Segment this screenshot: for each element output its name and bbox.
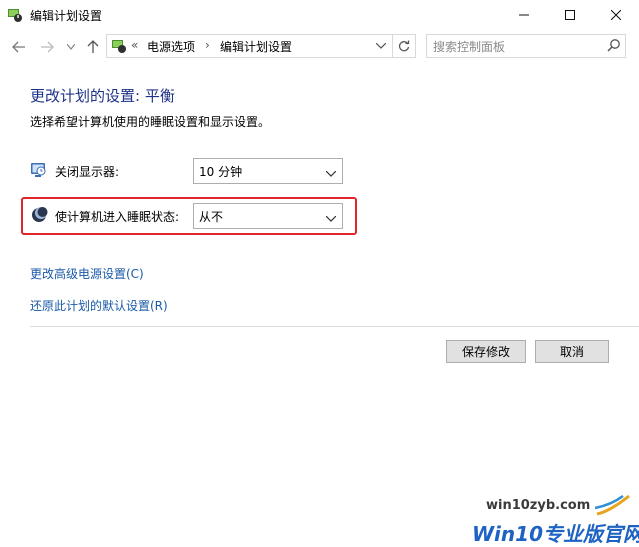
control-panel-icon xyxy=(110,37,128,55)
sleep-select[interactable]: 从不 xyxy=(193,203,343,229)
breadcrumb-separator: › xyxy=(205,38,210,52)
minimize-button[interactable] xyxy=(501,0,547,30)
display-off-label: 关闭显示器: xyxy=(55,165,120,179)
search-box[interactable] xyxy=(426,34,626,58)
chevron-down-icon xyxy=(325,166,337,180)
watermark-brand: Win10专业版官网 xyxy=(472,522,639,546)
save-changes-button[interactable]: 保存修改 xyxy=(446,340,526,363)
close-button[interactable] xyxy=(593,0,639,30)
breadcrumb-overflow[interactable]: « xyxy=(131,38,138,52)
page-description: 选择希望计算机使用的睡眠设置和显示设置。 xyxy=(30,115,271,129)
display-off-value: 10 分钟 xyxy=(199,165,243,179)
watermark-url: win10zyb.com xyxy=(486,498,591,513)
page-title: 更改计划的设置: 平衡 xyxy=(30,87,175,105)
maximize-button[interactable] xyxy=(547,0,593,30)
recent-dropdown-icon[interactable] xyxy=(62,38,80,56)
sleep-value: 从不 xyxy=(199,210,224,224)
windows-logo-icon xyxy=(593,494,633,518)
power-options-icon xyxy=(6,6,24,24)
minimize-icon xyxy=(519,14,529,16)
monitor-icon xyxy=(30,161,48,179)
display-off-select[interactable]: 10 分钟 xyxy=(193,158,343,184)
close-icon xyxy=(611,10,621,20)
search-input[interactable] xyxy=(431,37,595,57)
maximize-icon xyxy=(565,10,575,20)
back-arrow-icon[interactable] xyxy=(10,38,28,56)
search-icon[interactable] xyxy=(607,38,621,55)
cancel-button[interactable]: 取消 xyxy=(535,340,609,363)
sleep-label: 使计算机进入睡眠状态: xyxy=(55,210,180,224)
chevron-down-icon xyxy=(325,211,337,225)
breadcrumb-item-power-options[interactable]: 电源选项 xyxy=(147,38,195,55)
breadcrumb-item-edit-plan[interactable]: 编辑计划设置 xyxy=(220,38,292,55)
address-dropdown-icon[interactable] xyxy=(372,37,390,55)
restore-defaults-link[interactable]: 还原此计划的默认设置(R) xyxy=(30,297,168,314)
divider xyxy=(30,326,639,327)
advanced-power-settings-link[interactable]: 更改高级电源设置(C) xyxy=(30,265,144,282)
address-bar[interactable]: « 电源选项 › 编辑计划设置 xyxy=(106,34,416,58)
moon-icon xyxy=(30,206,48,224)
title-bar: 编辑计划设置 xyxy=(0,0,639,30)
refresh-icon[interactable] xyxy=(392,34,415,58)
window-title: 编辑计划设置 xyxy=(30,9,103,23)
up-arrow-icon[interactable] xyxy=(84,38,102,56)
forward-arrow-icon[interactable] xyxy=(38,38,56,56)
